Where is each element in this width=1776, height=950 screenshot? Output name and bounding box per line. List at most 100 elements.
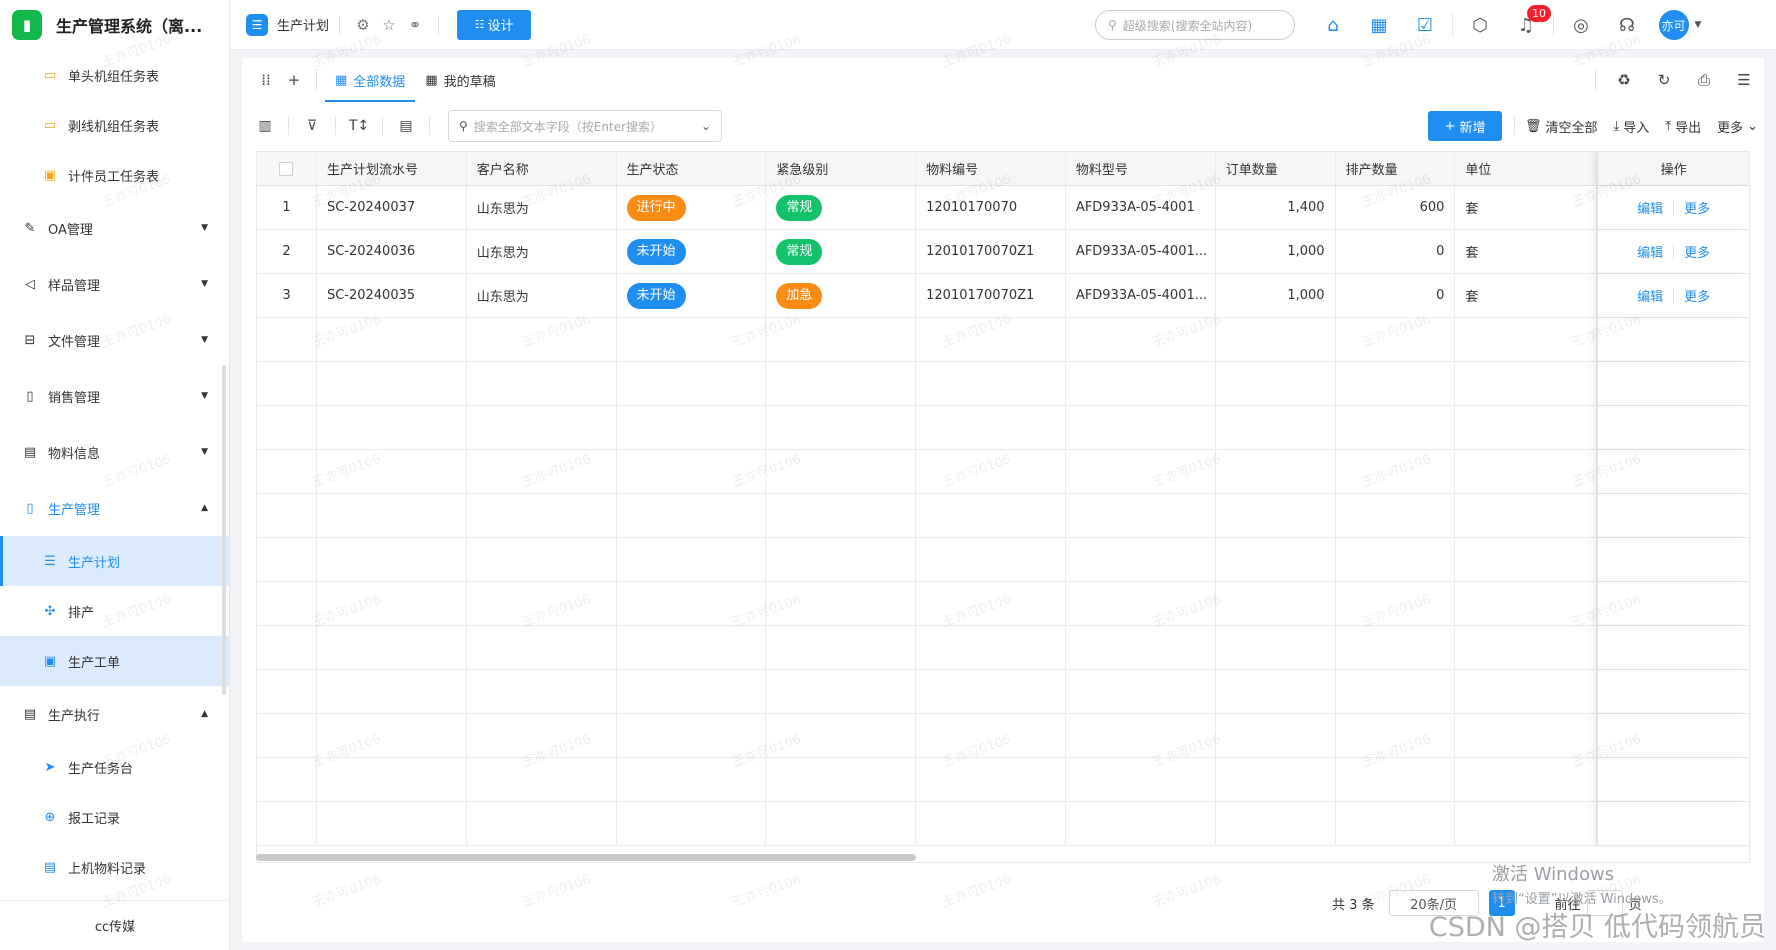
sidebar-group-materials[interactable]: ▤ 物料信息 ▼ — [0, 424, 230, 480]
sidebar-item-production-plan[interactable]: ☰ 生产计划 — [0, 536, 230, 586]
tab-all-data[interactable]: ▦ 全部数据 — [325, 58, 416, 102]
edit-link[interactable]: 编辑 — [1637, 198, 1663, 217]
more-link[interactable]: 更多 — [1684, 286, 1710, 305]
clear-all-button[interactable]: 🗑 清空全部 — [1525, 117, 1598, 136]
design-button[interactable]: ☷ 设计 — [457, 9, 532, 40]
empty-cell — [1455, 538, 1598, 581]
sidebar-item-piecework-task[interactable]: ▣ 计件员工任务表 — [0, 150, 230, 200]
layout-icon[interactable]: ▥ — [252, 113, 278, 139]
cell-status: 未开始 — [617, 230, 767, 273]
recycle-icon[interactable]: ♻ — [1604, 66, 1644, 94]
hexagon-icon[interactable]: ⬡ — [1457, 0, 1503, 50]
apps-icon[interactable]: ▦ — [1356, 0, 1402, 50]
sidebar-item-single-head-task[interactable]: ▭ 单头机组任务表 — [0, 50, 230, 100]
more-link[interactable]: 更多 — [1684, 198, 1710, 217]
empty-row — [257, 362, 1749, 406]
global-search-input[interactable]: ⚲ 超级搜索(搜索全站内容) — [1095, 10, 1295, 40]
search-icon: ⚲ — [1108, 18, 1117, 32]
user-menu[interactable]: 亦可 ▼ — [1650, 0, 1710, 50]
print-icon[interactable]: ⎙ — [1684, 66, 1724, 94]
app-header: ▮ 生产管理系统（离... — [0, 0, 229, 50]
drag-handle-icon[interactable]: ⁞⁞ — [252, 66, 280, 94]
more-button[interactable]: 更多 ⌄ — [1717, 117, 1758, 136]
column-header[interactable]: 客户名称 — [467, 152, 617, 185]
column-header[interactable]: 物料型号 — [1066, 152, 1216, 185]
sidebar-group-samples[interactable]: ◁ 样品管理 ▼ — [0, 256, 230, 312]
empty-cell — [1066, 582, 1216, 625]
empty-cell — [257, 714, 317, 757]
urgency-badge: 加急 — [776, 282, 823, 309]
sidebar-item-work-order[interactable]: ▣ 生产工单 — [0, 636, 230, 686]
clear-label: 清空全部 — [1545, 120, 1598, 136]
sidebar-group-files[interactable]: ⊟ 文件管理 ▼ — [0, 312, 230, 368]
empty-cell — [257, 626, 317, 669]
headset-icon[interactable]: ☊ — [1604, 0, 1650, 50]
sidebar-item-stripping-task[interactable]: ▭ 剥线机组任务表 — [0, 100, 230, 150]
empty-cell — [617, 802, 767, 845]
avatar[interactable]: 亦可 — [1658, 10, 1689, 40]
sidebar-item-task-desk[interactable]: ➤ 生产任务台 — [0, 742, 230, 792]
sidebar-scrollbar[interactable] — [222, 365, 226, 695]
filter-icon[interactable]: ⊽ — [299, 113, 325, 139]
empty-cell — [1597, 802, 1749, 845]
column-header[interactable]: 单位 — [1455, 152, 1598, 185]
sidebar-group-execution[interactable]: ▤ 生产执行 ▲ — [0, 686, 230, 742]
sidebar-group-sales[interactable]: ▯ 销售管理 ▼ — [0, 368, 230, 424]
horizontal-scrollbar[interactable] — [256, 854, 916, 861]
table-search-input[interactable]: ⚲ 搜索全部文本字段（按Enter搜索） ⌄ — [448, 110, 722, 142]
sidebar-group-oa[interactable]: ✎ OA管理 ▼ — [0, 200, 230, 256]
column-header[interactable]: 物料编号 — [916, 152, 1066, 185]
link-icon[interactable]: ⚭ — [402, 12, 428, 38]
bookmark-icon[interactable]: ▮ — [12, 10, 42, 40]
table-row[interactable]: 3 SC-20240035 山东思为 未开始 加急 12010170070Z1 … — [257, 274, 1749, 318]
gear-icon[interactable]: ⚙ — [350, 12, 376, 38]
sidebar-item-machine-material[interactable]: ▤ 上机物料记录 — [0, 842, 230, 892]
sort-icon[interactable]: T↕ — [346, 113, 372, 139]
plus-icon[interactable]: + — [280, 66, 308, 94]
empty-row — [257, 538, 1749, 582]
empty-cell — [317, 494, 467, 537]
empty-cell — [257, 582, 317, 625]
column-header[interactable]: 紧急级别 — [766, 152, 917, 185]
column-header[interactable]: 订单数量 — [1216, 152, 1336, 185]
empty-cell — [1336, 670, 1456, 713]
table-row[interactable]: 2 SC-20240036 山东思为 未开始 常规 12010170070Z1 … — [257, 230, 1749, 274]
empty-cell — [766, 626, 917, 669]
edit-link[interactable]: 编辑 — [1637, 242, 1663, 261]
star-icon[interactable]: ☆ — [376, 12, 402, 38]
divider — [438, 14, 440, 35]
table-row[interactable]: 1 SC-20240037 山东思为 进行中 常规 12010170070 AF… — [257, 186, 1749, 230]
cell-unit: 套 — [1455, 186, 1598, 229]
sidebar-item-label: 排产 — [68, 605, 95, 621]
edit-link[interactable]: 编辑 — [1637, 286, 1663, 305]
empty-cell — [617, 626, 767, 669]
column-header[interactable]: 生产状态 — [617, 152, 767, 185]
add-button[interactable]: + 新增 — [1428, 111, 1503, 141]
empty-cell — [1597, 714, 1749, 757]
checkbox-box[interactable] — [279, 161, 294, 176]
row-height-icon[interactable]: ▤ — [393, 113, 419, 139]
bell-icon[interactable]: ♫ 10 — [1503, 0, 1551, 50]
import-button[interactable]: ⤓ 导入 — [1614, 117, 1650, 136]
empty-cell — [257, 538, 317, 581]
column-header[interactable]: 排产数量 — [1336, 152, 1456, 185]
select-all-checkbox[interactable] — [257, 152, 317, 185]
sidebar-item-work-report[interactable]: ⊕ 报工记录 — [0, 792, 230, 842]
column-header[interactable]: 生产计划流水号 — [317, 152, 467, 185]
app-title[interactable]: 生产管理系统（离... — [56, 13, 216, 37]
cell-order-qty: 1,000 — [1216, 274, 1336, 317]
compass-icon[interactable]: ◎ — [1558, 0, 1604, 50]
checklist-icon[interactable]: ☑ — [1402, 0, 1448, 50]
sidebar-group-production[interactable]: ▯ 生产管理 ▲ — [0, 480, 230, 536]
home-icon[interactable]: ⌂ — [1310, 0, 1356, 50]
tab-my-drafts[interactable]: ▦ 我的草稿 — [415, 58, 505, 102]
sidebar-item-scheduling[interactable]: ✣ 排产 — [0, 586, 230, 636]
empty-cell — [1066, 714, 1216, 757]
list-search-icon[interactable]: ☰ — [1724, 66, 1764, 94]
empty-cell — [1597, 318, 1749, 361]
more-link[interactable]: 更多 — [1684, 242, 1710, 261]
export-button[interactable]: ⤒ 导出 — [1665, 117, 1701, 136]
refresh-icon[interactable]: ↻ — [1644, 66, 1684, 94]
chevron-down-icon[interactable]: ⌄ — [701, 119, 711, 133]
empty-cell — [1455, 758, 1598, 801]
